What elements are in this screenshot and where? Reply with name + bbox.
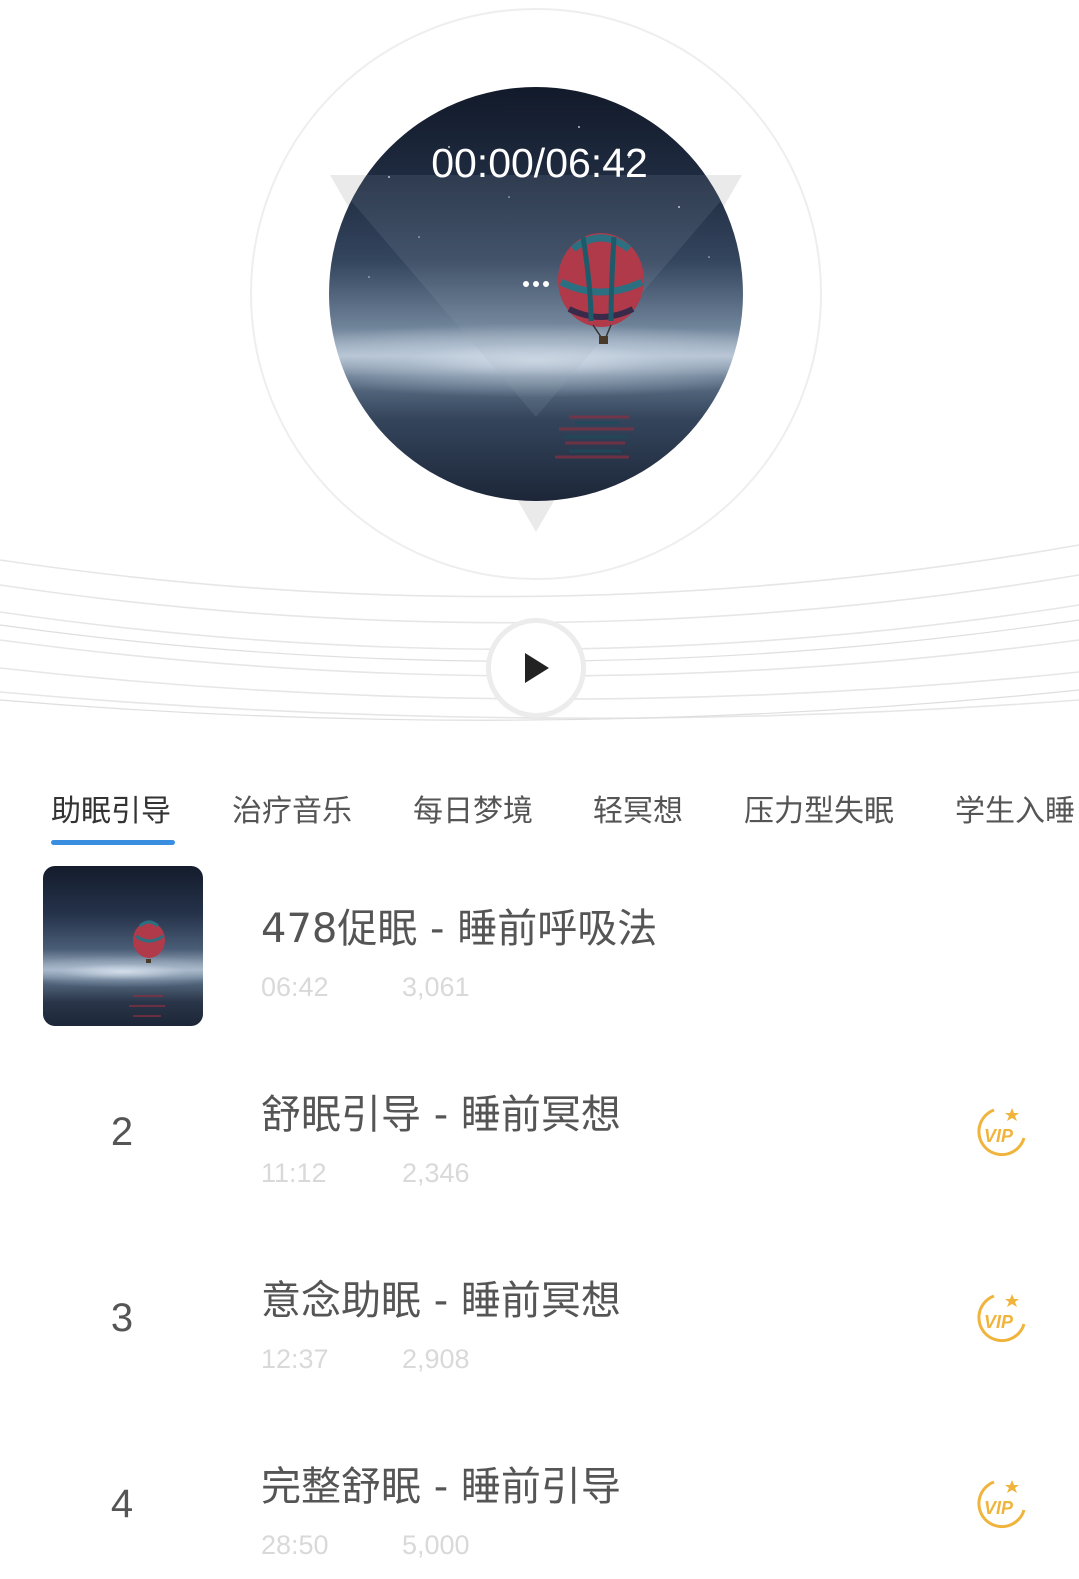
more-dots-icon[interactable] <box>519 276 553 292</box>
track-duration: 28:50 <box>261 1530 329 1560</box>
svg-text:VIP: VIP <box>984 1498 1014 1518</box>
track-plays: 2,908 <box>402 1344 470 1374</box>
tab-student-sleep[interactable]: 学生入睡 <box>955 786 1075 830</box>
track-title: 意念助眠 - 睡前冥想 <box>261 1278 621 1324</box>
play-button[interactable] <box>491 623 581 713</box>
track-duration: 12:37 <box>261 1344 329 1374</box>
track-title: 完整舒眠 - 睡前引导 <box>261 1464 621 1510</box>
track-rank: 2 <box>110 1110 134 1154</box>
track-plays: 3,061 <box>402 972 470 1002</box>
list-item[interactable]: 4 完整舒眠 - 睡前引导 28:50 5,000 VIP <box>0 1424 1079 1579</box>
player-header: 00:00/06:42 <box>0 0 1079 745</box>
track-duration: 11:12 <box>261 1158 327 1188</box>
svg-text:VIP: VIP <box>984 1126 1014 1146</box>
play-icon <box>525 653 549 683</box>
track-title: 舒眠引导 - 睡前冥想 <box>261 1092 621 1138</box>
track-title: 478促眠 - 睡前呼吸法 <box>261 906 658 952</box>
tab-sleep-guide[interactable]: 助眠引导 <box>51 786 171 830</box>
vip-badge-icon: VIP <box>977 1480 1026 1529</box>
track-duration: 06:42 <box>261 972 329 1002</box>
svg-text:VIP: VIP <box>984 1312 1014 1332</box>
list-item[interactable]: 2 舒眠引导 - 睡前冥想 11:12 2,346 VIP <box>0 1052 1079 1238</box>
tab-stress-insomnia[interactable]: 压力型失眠 <box>744 786 894 830</box>
track-thumbnail <box>43 866 203 1026</box>
tab-daily-dream[interactable]: 每日梦境 <box>413 786 533 830</box>
track-plays: 5,000 <box>402 1530 470 1560</box>
sleep-player-page: 00:00/06:42 助眠引导 治疗音乐 每日梦境 轻冥想 压力型失眠 学生入… <box>0 0 1079 1579</box>
tab-light-meditation[interactable]: 轻冥想 <box>593 786 683 830</box>
vip-badge-icon: VIP <box>977 1108 1026 1157</box>
list-item[interactable]: 478促眠 - 睡前呼吸法 06:42 3,061 <box>0 866 1079 1052</box>
playback-time: 00:00/06:42 <box>431 140 648 186</box>
category-tabs: 助眠引导 治疗音乐 每日梦境 轻冥想 压力型失眠 学生入睡 <box>0 776 1079 848</box>
track-rank: 3 <box>110 1296 134 1340</box>
vip-badge-icon: VIP <box>977 1294 1026 1343</box>
track-plays: 2,346 <box>402 1158 470 1188</box>
list-item[interactable]: 3 意念助眠 - 睡前冥想 12:37 2,908 VIP <box>0 1238 1079 1424</box>
track-rank: 4 <box>110 1482 134 1526</box>
tab-therapy-music[interactable]: 治疗音乐 <box>232 786 352 830</box>
active-tab-indicator <box>51 840 175 845</box>
